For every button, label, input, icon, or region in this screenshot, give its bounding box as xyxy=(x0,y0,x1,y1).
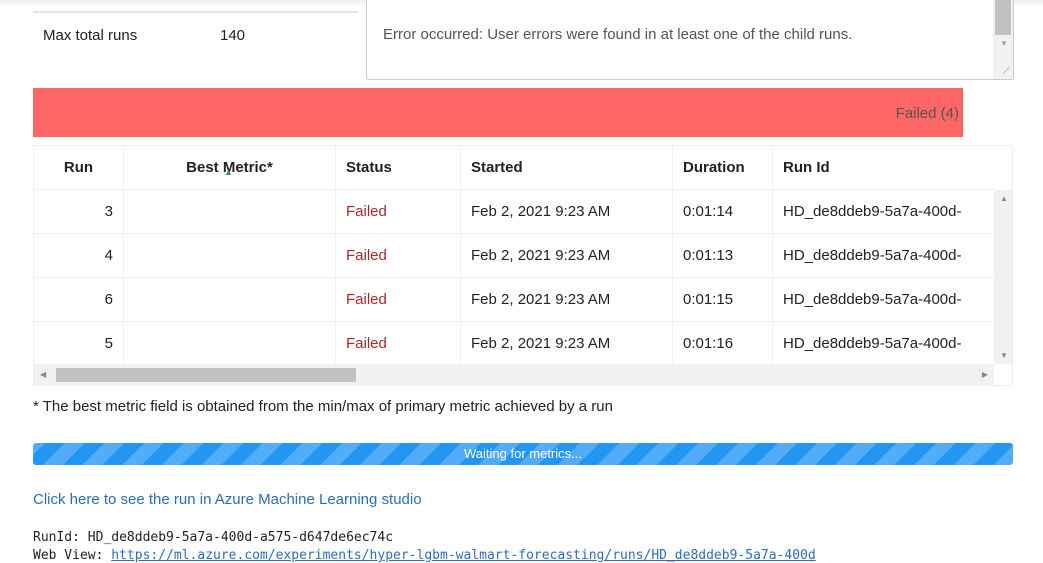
header-duration[interactable]: Duration xyxy=(673,146,773,190)
cell-run: 5 xyxy=(34,322,124,366)
scroll-up-icon[interactable]: ▲ xyxy=(1000,194,1008,203)
web-view-label: Web View: xyxy=(33,548,112,563)
cell-status: Failed xyxy=(336,190,461,234)
header-started[interactable]: Started xyxy=(461,146,673,190)
header-best-metric[interactable]: ▲ Best Metric* xyxy=(124,146,336,190)
cell-status: Failed xyxy=(336,278,461,322)
cell-started: Feb 2, 2021 9:23 AM xyxy=(461,322,673,366)
runs-table: Run ▲ Best Metric* Status Started Duratio… xyxy=(33,145,1013,386)
scroll-right-icon[interactable]: ▶ xyxy=(982,370,988,379)
studio-link[interactable]: Click here to see the run in Azure Machi… xyxy=(33,491,422,508)
run-id-output: RunId: HD_de8ddeb9-5a7a-400d-a575-d647de… xyxy=(33,530,394,545)
cell-run-id: HD_de8ddeb9-5a7a-400d- xyxy=(783,335,962,352)
cell-duration: 0:01:14 xyxy=(673,190,773,234)
scroll-thumb[interactable] xyxy=(56,368,356,382)
table-row[interactable]: 6 Failed Feb 2, 2021 9:23 AM 0:01:15 HD_de8d… xyxy=(34,278,994,322)
cell-run: 3 xyxy=(34,190,124,234)
cell-best xyxy=(124,322,336,366)
table-row[interactable]: 5 Failed Feb 2, 2021 9:23 AM 0:01:16 HD_de8d… xyxy=(34,322,994,366)
metrics-progress-bar: Waiting for metrics... xyxy=(33,443,1013,465)
cell-duration: 0:01:15 xyxy=(673,278,773,322)
cell-run: 6 xyxy=(34,278,124,322)
sort-ascending-icon: ▲ xyxy=(224,167,233,177)
max-total-runs-label: Max total runs xyxy=(43,27,138,44)
cell-started: Feb 2, 2021 9:23 AM xyxy=(461,278,673,322)
cell-best xyxy=(124,234,336,278)
footnote: * The best metric field is obtained from… xyxy=(33,398,613,415)
cell-run: 4 xyxy=(34,234,124,278)
cell-status: Failed xyxy=(336,322,461,366)
web-view-output: Web View: https://ml.azure.com/experimen… xyxy=(33,548,816,563)
cell-duration: 0:01:13 xyxy=(673,234,773,278)
error-textarea[interactable]: Error occurred: User errors were found i… xyxy=(366,0,1014,80)
table-row[interactable]: 4 Failed Feb 2, 2021 9:23 AM 0:01:13 HD_de8d… xyxy=(34,234,994,278)
cell-status: Failed xyxy=(336,234,461,278)
cell-run-id: HD_de8ddeb9-5a7a-400d- xyxy=(783,291,962,308)
cell-run-id: HD_de8ddeb9-5a7a-400d- xyxy=(783,247,962,264)
cell-best xyxy=(124,190,336,234)
scroll-down-icon[interactable]: ▼ xyxy=(1000,39,1008,48)
max-total-runs-value: 140 xyxy=(220,27,246,44)
failed-status-bar: Failed (4) xyxy=(33,88,963,137)
cell-best xyxy=(124,278,336,322)
error-message: Error occurred: User errors were found i… xyxy=(383,26,853,43)
cell-started: Feb 2, 2021 9:23 AM xyxy=(461,190,673,234)
table-header: Run ▲ Best Metric* Status Started Duratio… xyxy=(34,146,994,190)
web-view-link[interactable]: https://ml.azure.com/experiments/hyper-l… xyxy=(111,548,815,563)
table-row[interactable]: 3 Failed Feb 2, 2021 9:23 AM 0:01:14 HD_de8d… xyxy=(34,190,994,234)
resize-grip-icon[interactable]: ⟋ xyxy=(1003,66,1010,77)
cell-run-id: HD_de8ddeb9-5a7a-400d- xyxy=(783,203,962,220)
cell-duration: 0:01:16 xyxy=(673,322,773,366)
table-vertical-scrollbar[interactable]: ▲ ▼ xyxy=(994,190,1012,364)
divider xyxy=(33,11,358,13)
cell-started: Feb 2, 2021 9:23 AM xyxy=(461,234,673,278)
scroll-left-icon[interactable]: ◀ xyxy=(40,370,46,379)
failed-count-label: Failed (4) xyxy=(895,105,959,122)
header-run[interactable]: Run xyxy=(34,146,124,190)
header-status[interactable]: Status xyxy=(336,146,461,190)
scroll-down-icon[interactable]: ▼ xyxy=(1000,351,1008,360)
header-run-id[interactable]: Run Id xyxy=(773,146,994,190)
table-horizontal-scrollbar[interactable]: ◀ ▶ xyxy=(34,364,994,385)
